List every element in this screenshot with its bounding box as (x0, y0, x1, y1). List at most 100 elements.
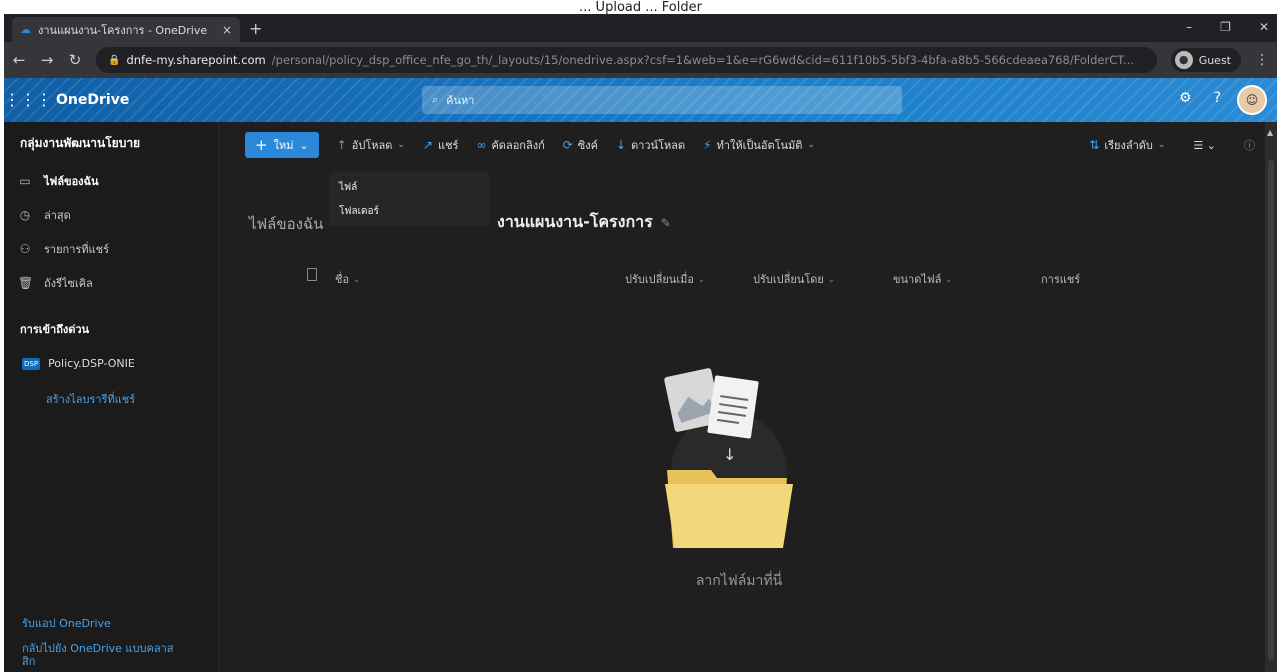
breadcrumb-current: งานแผนงาน-โครงการ ✎ (497, 210, 671, 235)
settings-gear-icon[interactable]: ⚙ (1179, 90, 1192, 106)
search-icon: ⌕ (432, 93, 439, 106)
chevron-down-icon: ⌄ (827, 274, 835, 284)
app-launcher-icon[interactable]: ⋮⋮⋮ (4, 78, 52, 122)
chevron-down-icon: ⌄ (945, 274, 953, 284)
profile-button[interactable]: ● Guest (1170, 48, 1241, 72)
nav-label-my-files: ไฟล์ของฉัน (44, 175, 99, 188)
column-label-sharing: การแชร์ (1041, 273, 1081, 286)
sort-button[interactable]: ⇅ เรียงลำดับ ⌄ (1089, 136, 1165, 154)
column-header-modified-by[interactable]: ปรับเปลี่ยนโดย ⌄ (753, 270, 835, 288)
quick-access-heading: การเข้าถึงด่วน (20, 323, 90, 336)
sync-button[interactable]: ⟳ ซิงค์ (563, 136, 598, 154)
url-bar[interactable]: 🔒 dnfe-my.sharepoint.com/personal/policy… (96, 47, 1157, 73)
upload-menu: ไฟล์ โฟลเดอร์ (329, 172, 489, 226)
account-avatar[interactable]: ☺ (1237, 85, 1267, 115)
forward-icon[interactable]: → (40, 51, 54, 69)
column-header-name[interactable]: ชื่อ ⌄ (335, 270, 360, 288)
chevron-down-icon: ⌄ (397, 140, 405, 150)
tab-title: งานแผนงาน-โครงการ - OneDrive (38, 23, 208, 37)
download-icon: ↓ (616, 138, 627, 152)
command-bar-right: ⇅ เรียงลำดับ ⌄ ☰ ⌄ ⓘ (1089, 136, 1255, 154)
plus-icon: + (255, 136, 268, 154)
copy-link-label: คัดลอกลิงก์ (491, 139, 545, 152)
edit-pencil-icon[interactable]: ✎ (661, 216, 671, 230)
empty-state-label: ลากไฟล์มาที่นี่ (695, 573, 783, 589)
shared-icon: ⚇ (19, 242, 31, 256)
breadcrumb-root[interactable]: ไฟล์ของฉัน (249, 212, 323, 236)
create-shared-library-link[interactable]: สร้างไลบรารีที่แชร์ (46, 390, 135, 408)
nav-label-recycle-bin: ถังรีไซเคิล (44, 277, 93, 290)
column-label-modified: ปรับเปลี่ยนเมื่อ (625, 273, 694, 286)
chevron-down-icon: ⌄ (353, 274, 360, 284)
library-label: Policy.DSP-ONIE (48, 357, 135, 370)
new-tab-button[interactable]: + (249, 19, 262, 38)
address-bar-row: ← → ↻ 🔒 dnfe-my.sharepoint.com/personal/… (4, 42, 1277, 78)
nav-item-my-files[interactable]: ▭ ไฟล์ของฉัน (18, 172, 99, 190)
search-placeholder: ค้นหา (446, 94, 475, 107)
new-label: ใหม่ (273, 139, 294, 152)
app-name[interactable]: OneDrive (56, 78, 129, 122)
upload-folder-option[interactable]: โฟลเดอร์ (339, 204, 379, 219)
svg-text:↓: ↓ (723, 445, 736, 464)
empty-folder-illustration-icon: ↓ (664, 368, 793, 548)
url-path: /personal/policy_dsp_office_nfe_go_th/_l… (271, 53, 1134, 67)
chevron-down-icon: ⌄ (299, 138, 309, 152)
more-menu-icon[interactable]: ⋮ (1255, 52, 1269, 68)
sort-icon: ⇅ (1089, 138, 1100, 152)
quick-access-library[interactable]: DSP Policy.DSP-ONIE (22, 357, 135, 370)
download-button[interactable]: ↓ ดาวน์โหลด (616, 136, 685, 154)
restore-button[interactable]: ❐ (1220, 20, 1231, 34)
chevron-down-icon: ⌄ (697, 274, 705, 284)
nav-item-recycle-bin[interactable]: 🗑 ถังรีไซเคิล (18, 274, 93, 292)
link-icon: ∞ (476, 138, 487, 152)
reload-icon[interactable]: ↻ (68, 51, 82, 69)
nav-item-recent[interactable]: ◷ ล่าสุด (18, 206, 71, 224)
back-icon[interactable]: ← (12, 51, 26, 69)
scroll-up-icon[interactable]: ▲ (1267, 128, 1273, 137)
column-header-file-size[interactable]: ขนาดไฟล์ ⌄ (893, 270, 952, 288)
upload-button[interactable]: ↑ อัปโหลด ⌄ (337, 136, 405, 154)
onedrive-header: ⋮⋮⋮ OneDrive ⌕ ค้นหา ⚙ ? ☺ (4, 78, 1277, 122)
vertical-scrollbar[interactable]: ▲ (1265, 122, 1277, 672)
column-label-file-size: ขนาดไฟล์ (893, 273, 942, 286)
copy-link-button[interactable]: ∞ คัดลอกลิงก์ (476, 136, 544, 154)
new-button[interactable]: + ใหม่ ⌄ (245, 132, 319, 158)
minimize-button[interactable]: – (1186, 20, 1192, 34)
left-navigation: กลุ่มงานพัฒนานโยบาย ▭ ไฟล์ของฉัน ◷ ล่าสุ… (4, 122, 218, 672)
help-icon[interactable]: ? (1214, 90, 1221, 106)
classic-onedrive-link[interactable]: กลับไปยัง OneDrive แบบคลาสสิก (22, 642, 182, 668)
search-box[interactable]: ⌕ ค้นหา (422, 86, 902, 114)
info-icon[interactable]: ⓘ (1244, 137, 1255, 153)
tab-close-icon[interactable]: × (222, 23, 232, 37)
column-header-modified[interactable]: ปรับเปลี่ยนเมื่อ ⌄ (625, 270, 705, 288)
site-title: กลุ่มงานพัฒนานโยบาย (20, 136, 141, 150)
file-type-icon (307, 268, 317, 281)
get-onedrive-apps-link[interactable]: รับแอป OneDrive (22, 614, 111, 632)
upload-file-option[interactable]: ไฟล์ (339, 180, 357, 195)
view-options-icon[interactable]: ☰ ⌄ (1193, 139, 1216, 152)
column-label-name: ชื่อ (335, 273, 350, 286)
upload-icon: ↑ (336, 138, 347, 152)
recycle-bin-icon: 🗑 (18, 276, 34, 290)
library-badge-icon: DSP (22, 357, 41, 370)
browser-tab[interactable]: ☁ งานแผนงาน-โครงการ - OneDrive × (12, 17, 240, 42)
url-host: dnfe-my.sharepoint.com (126, 53, 266, 67)
automate-label: ทำให้เป็นอัตโนมัติ (716, 139, 803, 152)
sync-label: ซิงค์ (577, 139, 598, 152)
sync-icon: ⟳ (562, 138, 573, 152)
column-label-modified-by: ปรับเปลี่ยนโดย (753, 273, 824, 286)
column-header-sharing[interactable]: การแชร์ (1041, 270, 1080, 288)
automate-button[interactable]: ⚡ ทำให้เป็นอัตโนมัติ ⌄ (703, 136, 815, 154)
upload-label: อัปโหลด (351, 139, 393, 152)
close-window-button[interactable]: ✕ (1259, 20, 1269, 34)
guest-label: Guest (1198, 53, 1231, 67)
command-bar: + ใหม่ ⌄ ↑ อัปโหลด ⌄ ↗ แชร์ ∞ คัดลอกลิงก… (245, 130, 815, 160)
nav-item-shared[interactable]: ⚇ รายการที่แชร์ (18, 240, 109, 258)
share-icon: ↗ (422, 138, 433, 152)
guest-avatar-icon: ● (1174, 51, 1193, 69)
tab-strip: ☁ งานแผนงาน-โครงการ - OneDrive × + – ❐ ✕ (4, 14, 1277, 42)
lock-icon[interactable]: 🔒 (108, 55, 120, 66)
scroll-thumb[interactable] (1268, 160, 1274, 660)
folder-icon: ▭ (19, 174, 31, 188)
share-button[interactable]: ↗ แชร์ (423, 136, 459, 154)
